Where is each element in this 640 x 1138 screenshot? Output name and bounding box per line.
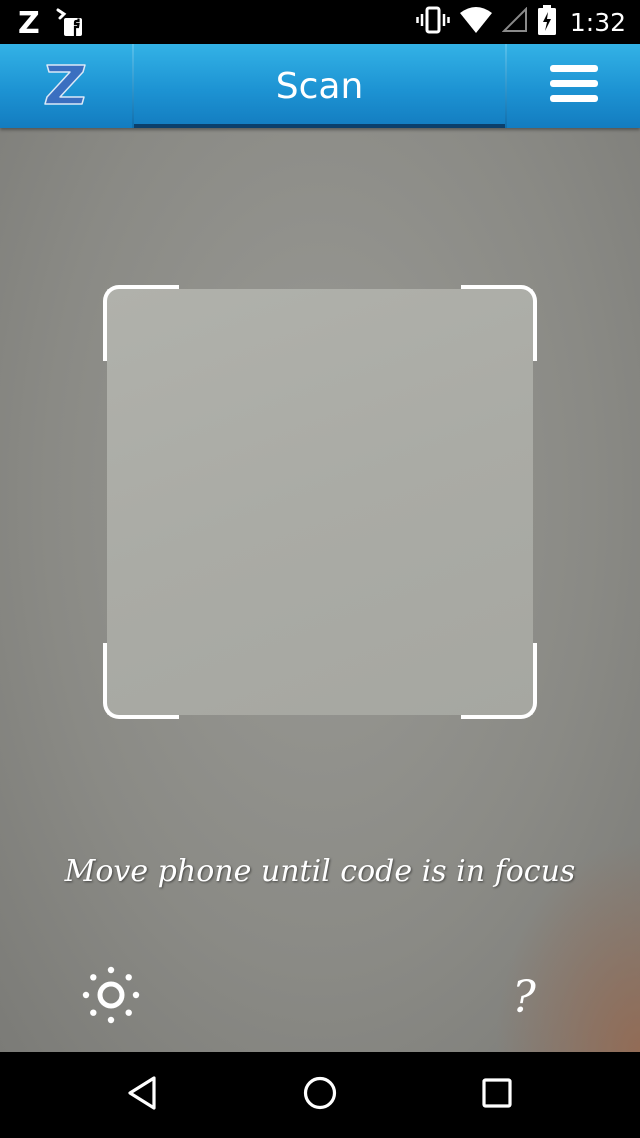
z-notification-icon: Z [18,6,40,41]
recents-button[interactable] [452,1052,542,1138]
recents-icon [481,1077,513,1113]
scan-frame-corner [103,643,179,719]
light-toggle-button[interactable] [78,964,144,1030]
facebook-notification-icon [54,6,84,42]
scan-frame-corner [461,285,537,361]
z-logo-icon [43,62,89,110]
page-title: Scan [275,65,364,107]
z-logo-button[interactable] [0,44,132,128]
camera-viewfinder: Move phone until code is in focus ? [0,128,640,1052]
battery-charging-icon [537,5,556,39]
home-button[interactable] [275,1052,365,1138]
help-button[interactable]: ? [494,964,554,1030]
wifi-icon [459,7,492,37]
scan-frame-corner [103,285,179,361]
hamburger-menu-icon [549,65,598,107]
clock: 1:32 [569,7,626,37]
focus-hint-text: Move phone until code is in focus [64,854,576,889]
scan-frame-corner [461,643,537,719]
navigation-bar [0,1052,640,1138]
notification-icons: Z [18,6,84,42]
light-icon [81,965,141,1029]
signal-icon [501,6,528,37]
back-icon [126,1075,158,1115]
menu-button[interactable] [507,44,640,128]
system-status-icons: 1:32 [416,5,626,39]
scan-screen: Z 1:32 Scan Move phone until code is in … [0,0,640,1138]
app-header: Scan [0,44,640,128]
back-button[interactable] [97,1052,187,1138]
home-icon [302,1075,338,1115]
title-underline [134,124,505,128]
status-bar: Z 1:32 [0,0,640,44]
vibrate-icon [416,6,450,38]
